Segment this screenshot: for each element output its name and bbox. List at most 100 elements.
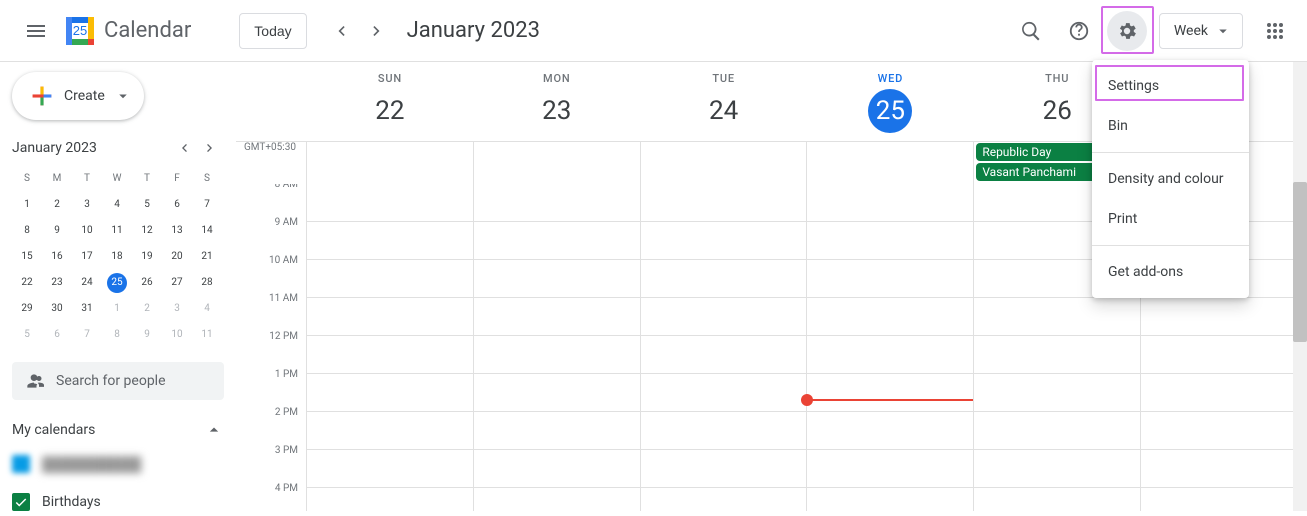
day-slot-column[interactable] (473, 184, 640, 511)
mini-day[interactable]: 20 (162, 244, 192, 270)
settings-menu: Settings Bin Density and colour Print Ge… (1092, 60, 1249, 298)
view-switcher-label: Week (1174, 23, 1208, 39)
scrollbar-thumb[interactable] (1293, 182, 1307, 342)
mini-day[interactable]: 31 (72, 296, 102, 322)
mini-day[interactable]: 21 (192, 244, 222, 270)
mini-day[interactable]: 11 (192, 322, 222, 348)
menu-item-density[interactable]: Density and colour (1092, 159, 1249, 199)
day-of-week-label: TUE (641, 72, 807, 85)
mini-day[interactable]: 6 (42, 322, 72, 348)
mini-day[interactable]: 30 (42, 296, 72, 322)
mini-day[interactable]: 4 (192, 296, 222, 322)
day-slot-column[interactable] (306, 184, 473, 511)
mini-day[interactable]: 7 (72, 322, 102, 348)
mini-day[interactable]: 3 (72, 192, 102, 218)
mini-next-month[interactable] (198, 136, 222, 160)
allday-cell[interactable] (640, 142, 807, 184)
menu-item-print[interactable]: Print (1092, 199, 1249, 239)
chevron-up-icon (204, 420, 224, 440)
prev-week-button[interactable] (323, 13, 359, 49)
mini-day[interactable]: 26 (132, 270, 162, 296)
mini-day[interactable]: 5 (132, 192, 162, 218)
mini-day[interactable]: 4 (102, 192, 132, 218)
mini-day[interactable]: 27 (162, 270, 192, 296)
mini-day[interactable]: 12 (132, 218, 162, 244)
calendar-item-label: ██████████ (42, 456, 141, 473)
mini-day[interactable]: 22 (12, 270, 42, 296)
mini-day[interactable]: 25 (102, 270, 132, 296)
people-icon (24, 371, 44, 391)
calendar-logo-icon: 25 (62, 13, 98, 49)
mini-day[interactable]: 3 (162, 296, 192, 322)
day-slot-column[interactable] (806, 184, 973, 511)
main-menu-button[interactable] (12, 7, 60, 55)
mini-day[interactable]: 24 (72, 270, 102, 296)
mini-day[interactable]: 2 (132, 296, 162, 322)
mini-day[interactable]: 23 (42, 270, 72, 296)
hour-label: 11 AM (236, 293, 306, 331)
day-number[interactable]: 25 (868, 89, 912, 133)
mini-day[interactable]: 1 (102, 296, 132, 322)
allday-cell[interactable] (473, 142, 640, 184)
day-of-week-label: WED (807, 72, 973, 85)
hour-label: 10 AM (236, 255, 306, 293)
search-button[interactable] (1011, 11, 1051, 51)
mini-day[interactable]: 17 (72, 244, 102, 270)
search-people-input[interactable]: Search for people (12, 362, 224, 400)
hour-label: 3 PM (236, 445, 306, 483)
mini-day[interactable]: 1 (12, 192, 42, 218)
gear-icon (1116, 20, 1138, 42)
create-label: Create (64, 88, 105, 104)
mini-day[interactable]: 13 (162, 218, 192, 244)
mini-day[interactable]: 5 (12, 322, 42, 348)
checkbox-icon (12, 493, 30, 511)
mini-day[interactable]: 28 (192, 270, 222, 296)
day-column-header: MON23 (473, 62, 640, 141)
mini-day[interactable]: 9 (132, 322, 162, 348)
menu-item-bin[interactable]: Bin (1092, 106, 1249, 146)
menu-item-settings[interactable]: Settings (1092, 66, 1249, 106)
scrollbar[interactable] (1293, 62, 1307, 511)
hour-label: 4 PM (236, 483, 306, 511)
next-week-button[interactable] (359, 13, 395, 49)
apps-button[interactable] (1255, 11, 1295, 51)
allday-cell[interactable] (306, 142, 473, 184)
mini-day[interactable]: 11 (102, 218, 132, 244)
mini-day[interactable]: 29 (12, 296, 42, 322)
now-indicator-line (807, 399, 974, 401)
mini-dow: S (12, 166, 42, 192)
caret-down-icon (114, 87, 132, 105)
create-button[interactable]: Create (12, 72, 144, 120)
mini-day[interactable]: 8 (102, 322, 132, 348)
allday-cell[interactable] (806, 142, 973, 184)
support-button[interactable] (1059, 11, 1099, 51)
chevron-left-icon (331, 21, 351, 41)
view-switcher[interactable]: Week (1159, 13, 1243, 49)
mini-day[interactable]: 9 (42, 218, 72, 244)
mini-day[interactable]: 14 (192, 218, 222, 244)
menu-item-addons[interactable]: Get add-ons (1092, 252, 1249, 292)
mini-day[interactable]: 19 (132, 244, 162, 270)
mini-day[interactable]: 10 (162, 322, 192, 348)
day-number[interactable]: 22 (307, 89, 473, 133)
mini-prev-month[interactable] (172, 136, 196, 160)
settings-button[interactable] (1107, 11, 1147, 51)
mini-day[interactable]: 15 (12, 244, 42, 270)
calendar-item-label: Birthdays (42, 494, 101, 510)
calendar-item-birthdays[interactable]: Birthdays (12, 488, 224, 516)
mini-dow: M (42, 166, 72, 192)
calendar-item-primary[interactable]: ██████████ (12, 450, 224, 478)
day-number[interactable]: 23 (474, 89, 640, 133)
mini-day[interactable]: 2 (42, 192, 72, 218)
mini-day[interactable]: 8 (12, 218, 42, 244)
day-number[interactable]: 24 (641, 89, 807, 133)
mini-day[interactable]: 6 (162, 192, 192, 218)
mini-day[interactable]: 16 (42, 244, 72, 270)
my-calendars-toggle[interactable]: My calendars (12, 420, 224, 440)
mini-day[interactable]: 18 (102, 244, 132, 270)
mini-day[interactable]: 10 (72, 218, 102, 244)
today-button[interactable]: Today (239, 13, 306, 49)
day-of-week-label: SUN (307, 72, 473, 85)
mini-day[interactable]: 7 (192, 192, 222, 218)
day-slot-column[interactable] (640, 184, 807, 511)
